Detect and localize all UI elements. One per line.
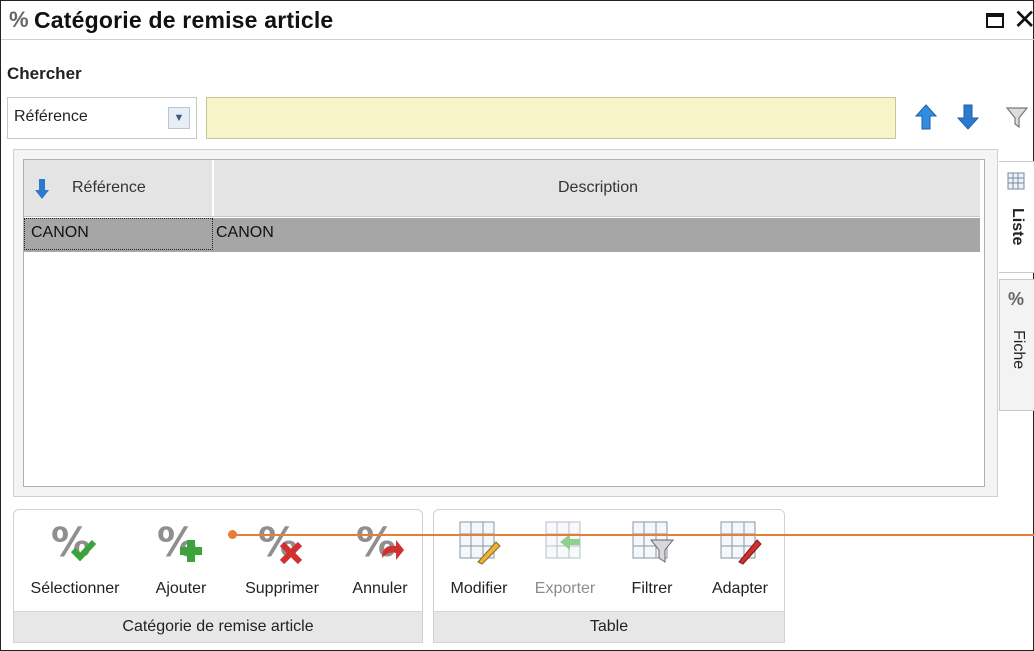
grid-icon (1007, 172, 1025, 190)
filter-button[interactable]: Filtrer (612, 518, 692, 610)
column-header-reference[interactable]: Référence (24, 160, 214, 216)
delete-button[interactable]: % Supprimer (232, 518, 332, 610)
cancel-button[interactable]: % Annuler (340, 518, 420, 610)
column-label-description: Description (557, 179, 639, 196)
filter-label: Filtrer (631, 580, 673, 597)
annotation-line (233, 534, 1034, 536)
close-button[interactable]: ✕ (1013, 3, 1034, 36)
export-label: Exporter (534, 580, 596, 597)
column-header-description[interactable]: Description (216, 160, 980, 216)
ribbon-group-table-title: Table (434, 611, 784, 642)
table-edit-icon (459, 521, 501, 565)
svg-text:%: % (51, 520, 91, 566)
percent-plus-icon: % (157, 520, 202, 566)
search-label: Chercher (7, 64, 82, 83)
arrow-up-icon[interactable] (914, 104, 938, 130)
tab-fiche[interactable]: % Fiche (999, 279, 1034, 411)
maximize-button[interactable] (986, 13, 1004, 28)
percent-undo-icon: % (356, 520, 404, 566)
grid-header: Référence Description (24, 160, 980, 217)
ribbon-group-category-title: Catégorie de remise article (14, 611, 422, 642)
cancel-label: Annuler (352, 580, 408, 597)
search-field-selected: Référence (14, 108, 88, 125)
adapt-button[interactable]: Adapter (698, 518, 782, 610)
select-button[interactable]: % Sélectionner (22, 518, 128, 610)
arrow-down-icon[interactable] (956, 104, 980, 130)
ribbon-group-table: Modifier Exporter Filtrer Adapter Table (433, 509, 785, 643)
adapt-label: Adapter (711, 580, 769, 597)
add-button[interactable]: % Ajouter (140, 518, 222, 610)
percent-icon: % (9, 7, 29, 32)
column-label-reference: Référence (72, 179, 146, 196)
title-bar: % Catégorie de remise article ✕ (1, 1, 1034, 40)
search-input[interactable] (206, 97, 896, 139)
tab-fiche-label: Fiche (1010, 330, 1027, 370)
percent-check-icon: % (51, 520, 97, 566)
svg-text:%: % (356, 520, 396, 566)
cell-description[interactable]: CANON (216, 224, 274, 242)
table-filter-icon (632, 521, 675, 563)
data-grid[interactable]: Référence Description CANON CANON (23, 159, 985, 487)
modify-button[interactable]: Modifier (440, 518, 518, 610)
table-row[interactable]: CANON CANON (24, 218, 980, 252)
cell-reference[interactable]: CANON (24, 218, 213, 250)
delete-label: Supprimer (245, 580, 319, 597)
sort-down-icon (35, 179, 49, 199)
add-label: Ajouter (155, 580, 207, 597)
percent-delete-icon: % (258, 520, 303, 566)
ribbon-group-category: % Sélectionner % Ajouter % Supprimer % A… (13, 509, 423, 643)
search-field-select[interactable]: Référence ▼ (7, 97, 197, 139)
percent-icon: % (1008, 289, 1025, 309)
modify-label: Modifier (450, 580, 508, 597)
export-button[interactable]: Exporter (524, 518, 606, 610)
table-adapt-icon (720, 521, 762, 565)
window-title: Catégorie de remise article (34, 7, 334, 33)
table-export-icon (545, 521, 581, 559)
tab-liste-label: Liste (1009, 208, 1026, 246)
svg-text:%: % (258, 520, 298, 566)
dialog-window: % Catégorie de remise article ✕ Chercher… (0, 0, 1034, 651)
select-label: Sélectionner (30, 580, 120, 597)
tab-liste[interactable]: Liste (999, 161, 1034, 273)
funnel-icon[interactable] (1005, 104, 1029, 130)
chevron-down-icon[interactable]: ▼ (168, 107, 190, 129)
